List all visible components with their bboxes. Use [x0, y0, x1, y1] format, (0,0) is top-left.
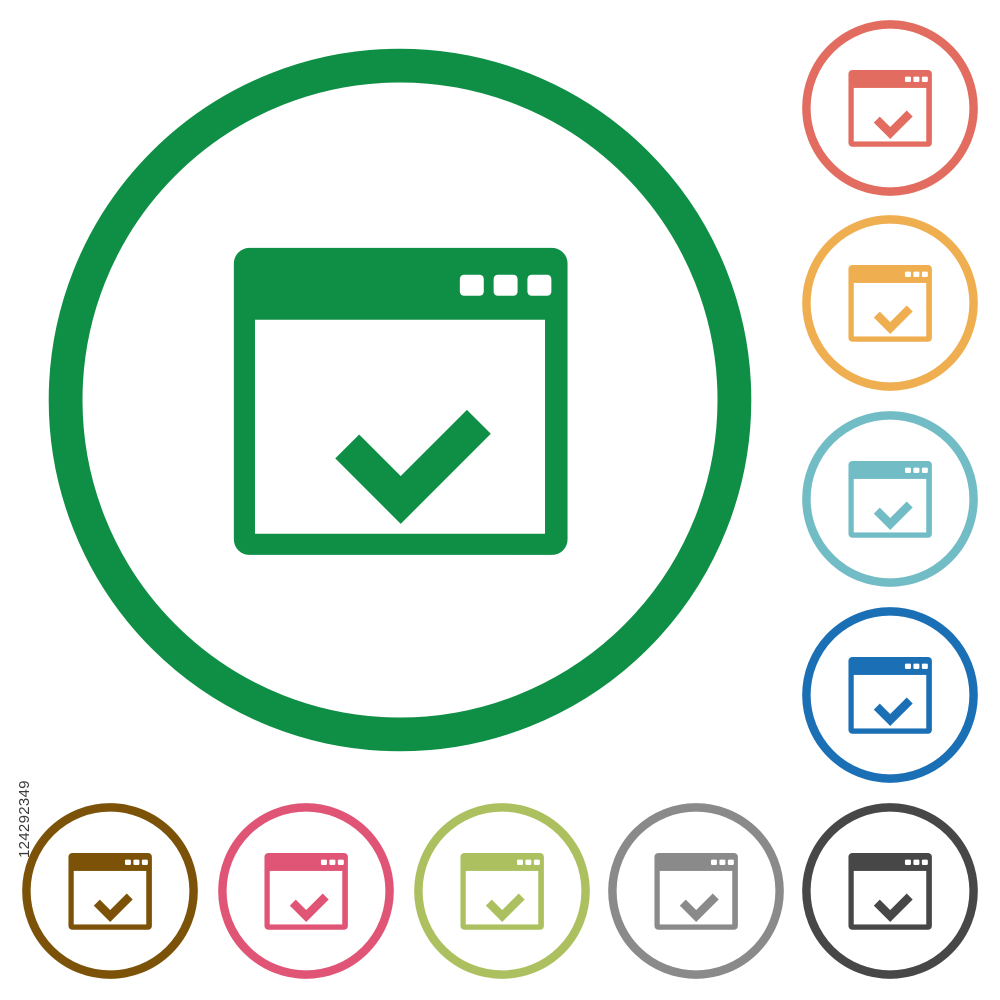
window-control-dot	[913, 859, 920, 865]
window-control-dot	[320, 859, 327, 865]
window-control-dot	[913, 467, 920, 473]
window-control-dot	[921, 76, 928, 82]
application-ok-icon-teal	[802, 411, 978, 587]
application-ok-icon-orange	[802, 215, 978, 391]
application-ok-icon-main	[48, 48, 752, 752]
window-control-dot	[904, 271, 911, 277]
window-control-dot	[913, 663, 920, 669]
window-control-dot	[904, 467, 911, 473]
window-control-dot	[525, 859, 532, 865]
window-control-dot	[527, 274, 552, 296]
window-control-dot	[921, 467, 928, 473]
stock-image-id: 124292349	[16, 780, 33, 858]
window-control-dot	[124, 859, 131, 865]
application-ok-icon-dark	[802, 803, 978, 979]
window-control-dot	[493, 274, 518, 296]
window-control-dot	[516, 859, 523, 865]
window-control-dot	[913, 271, 920, 277]
window-control-dot	[337, 859, 344, 865]
window-control-dot	[727, 859, 734, 865]
window-control-dot	[719, 859, 726, 865]
window-control-dot	[913, 76, 920, 82]
window-control-dot	[904, 663, 911, 669]
application-ok-icon-olive	[414, 803, 590, 979]
application-ok-icon-pink	[218, 803, 394, 979]
window-control-dot	[904, 76, 911, 82]
window-control-dot	[921, 271, 928, 277]
application-ok-icon-brown	[22, 803, 198, 979]
window-control-dot	[921, 663, 928, 669]
window-control-dot	[710, 859, 717, 865]
application-ok-icon-gray	[608, 803, 784, 979]
window-control-dot	[904, 859, 911, 865]
window-control-dot	[141, 859, 148, 865]
application-ok-icon-blue	[802, 607, 978, 783]
window-control-dot	[921, 859, 928, 865]
window-control-dot	[133, 859, 140, 865]
application-ok-icon-red	[802, 20, 978, 196]
window-control-dot	[329, 859, 336, 865]
window-control-dot	[533, 859, 540, 865]
window-control-dot	[459, 274, 484, 296]
